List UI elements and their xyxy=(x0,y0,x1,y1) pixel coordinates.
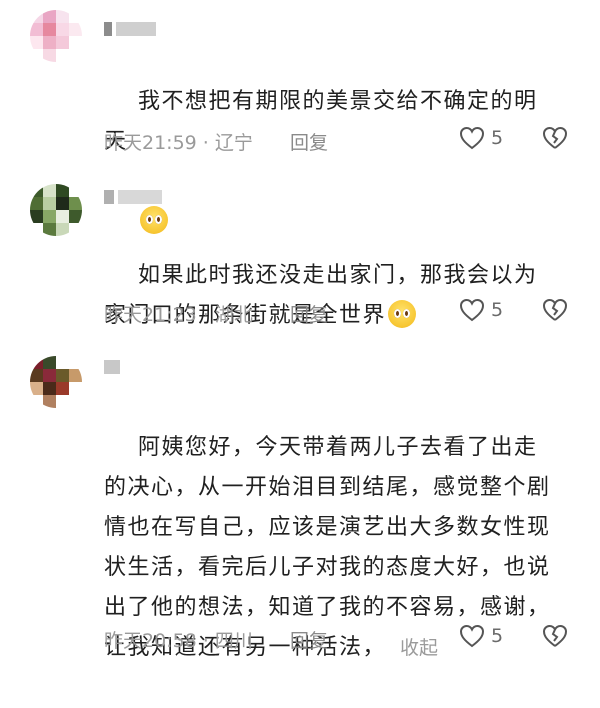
broken-heart-icon xyxy=(542,624,568,647)
avatar[interactable] xyxy=(30,184,82,236)
like-button[interactable]: 5 xyxy=(459,298,503,322)
comment-item: 阿姨您好，今天带着两儿子去看了出走的决心，从一开始泪目到结尾，感觉整个剧情也在写… xyxy=(0,340,600,660)
comment-location: 辽宁 xyxy=(214,132,253,154)
broken-heart-icon xyxy=(542,298,568,321)
comment-text: 阿姨您好，今天带着两儿子去看了出走的决心，从一开始泪目到结尾，感觉整个剧情也在写… xyxy=(104,435,551,660)
dislike-button[interactable] xyxy=(542,298,568,327)
dislike-button[interactable] xyxy=(542,624,568,653)
like-count: 5 xyxy=(491,127,504,149)
comment-item: 如果此时我还没走出家门，那我会以为家门口的那条街就是全世界 昨天21:23 · … xyxy=(0,170,600,340)
comment-time: 昨天21:23 xyxy=(104,304,197,326)
broken-heart-icon xyxy=(542,126,568,149)
comment-meta: 昨天20:58 · 四川 回复 5 xyxy=(104,624,574,654)
comment-meta: 昨天21:23 · 湖北 回复 5 xyxy=(104,298,574,328)
like-button[interactable]: 5 xyxy=(459,126,503,150)
comment-time: 昨天20:58 xyxy=(104,630,197,652)
avatar[interactable] xyxy=(30,10,82,62)
heart-icon xyxy=(459,624,485,648)
like-count: 5 xyxy=(491,299,504,321)
heart-icon xyxy=(459,126,485,150)
reply-button[interactable]: 回复 xyxy=(290,300,328,327)
comment-location: 四川 xyxy=(214,630,253,652)
heart-icon xyxy=(459,298,485,322)
username-blurred[interactable] xyxy=(104,190,162,204)
like-button[interactable]: 5 xyxy=(459,624,503,648)
avatar[interactable] xyxy=(30,356,82,408)
reply-button[interactable]: 回复 xyxy=(290,128,328,155)
username-blurred[interactable] xyxy=(104,22,156,36)
comment-meta: 昨天21:59 · 辽宁 回复 5 xyxy=(104,126,574,156)
comment-item: 我不想把有期限的美景交给不确定的明天 昨天21:59 · 辽宁 回复 5 xyxy=(0,0,600,234)
username-blurred[interactable] xyxy=(104,360,120,374)
comment-location: 湖北 xyxy=(214,304,253,326)
like-count: 5 xyxy=(491,625,504,647)
reply-button[interactable]: 回复 xyxy=(290,626,328,653)
dislike-button[interactable] xyxy=(542,126,568,155)
comment-time: 昨天21:59 xyxy=(104,132,197,154)
